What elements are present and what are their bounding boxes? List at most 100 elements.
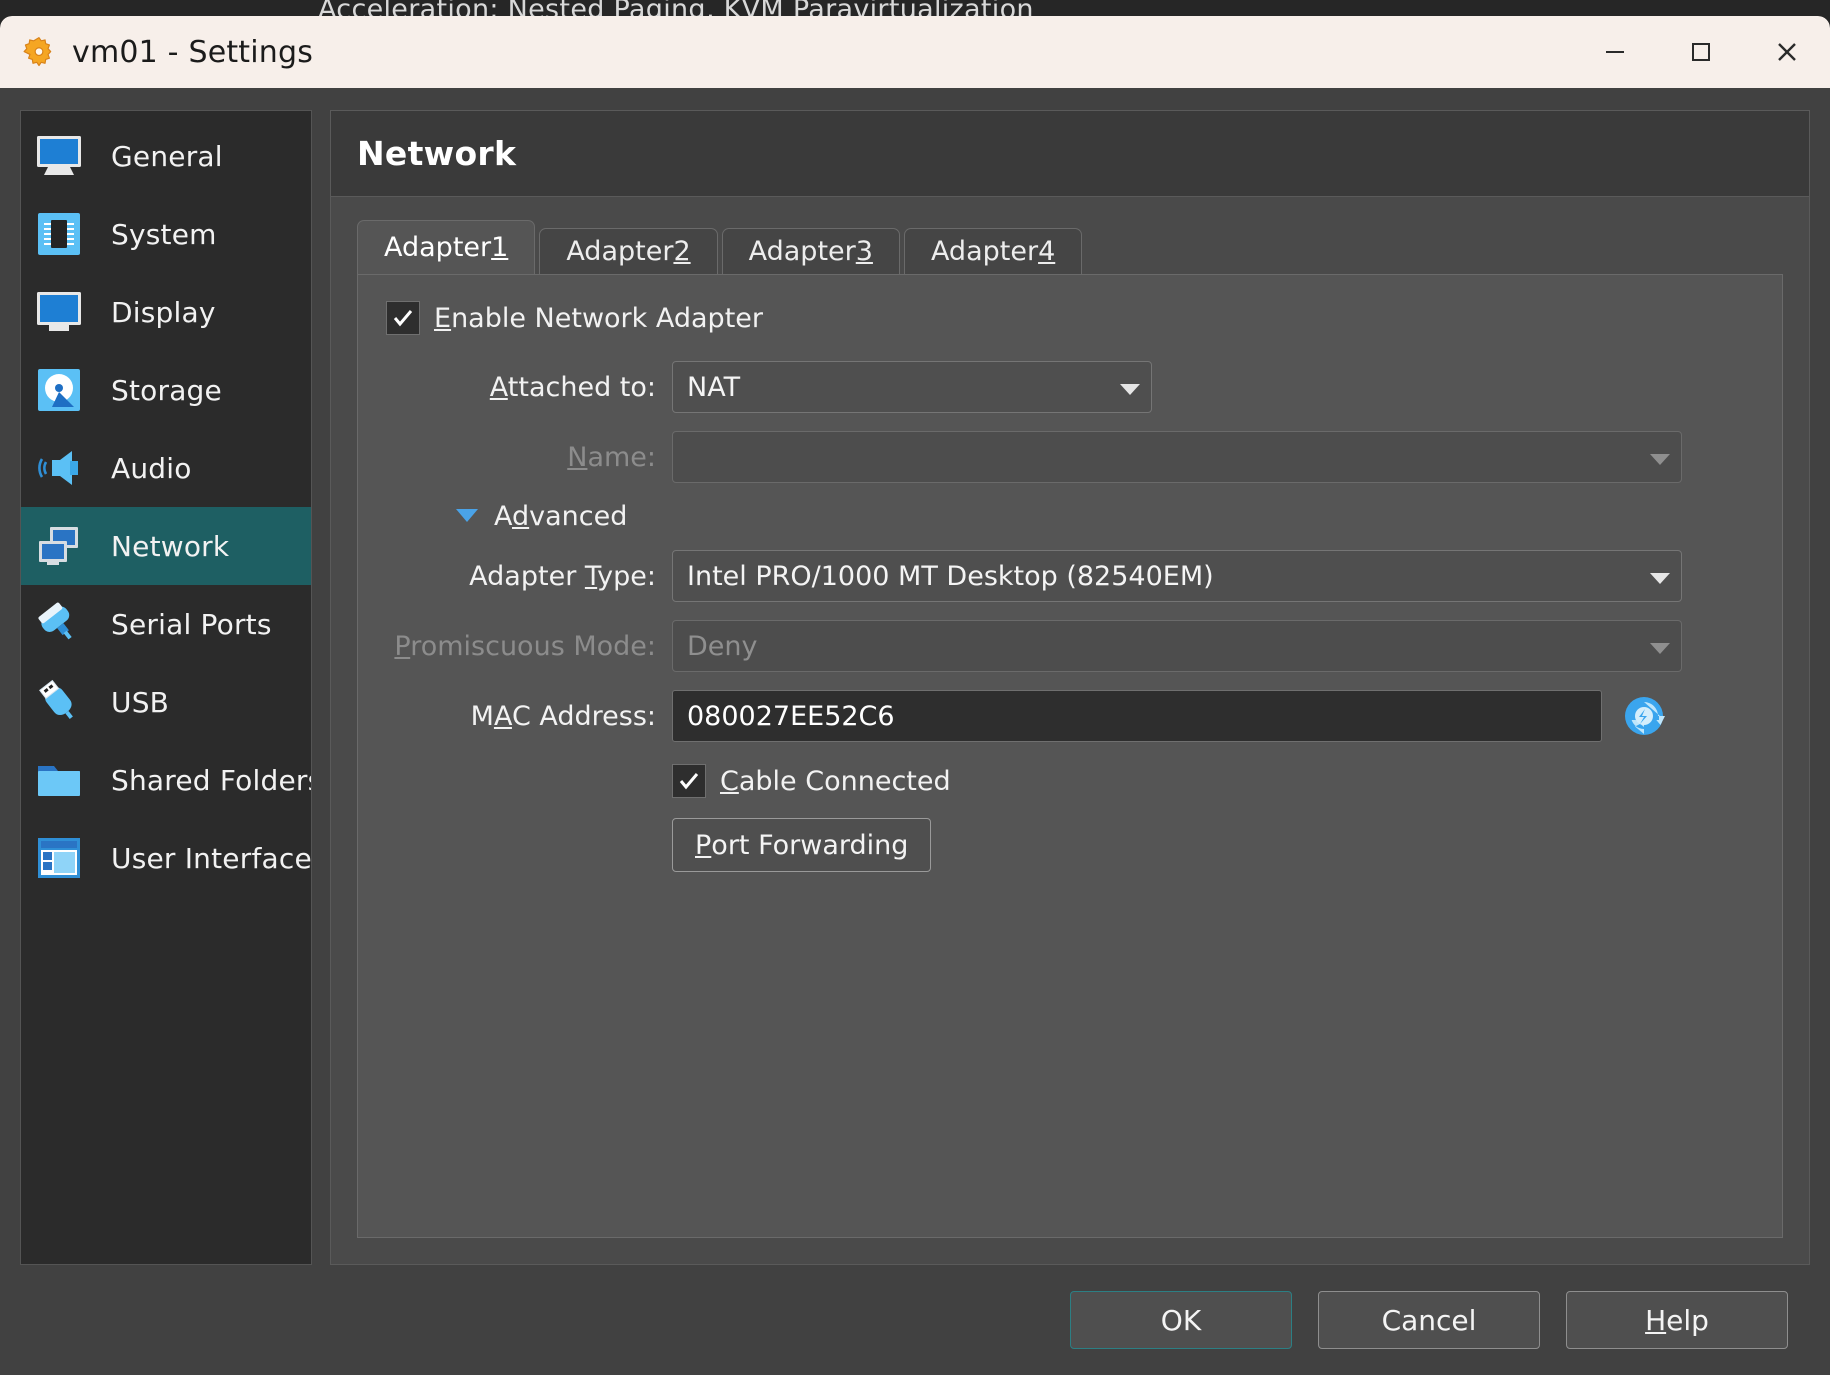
- title-bar: vm01 - Settings: [0, 16, 1830, 88]
- chevron-down-icon: [1649, 631, 1671, 662]
- enable-adapter-row: Enable Network Adapter: [386, 301, 1754, 335]
- dialog-footer: OK Cancel Help: [0, 1265, 1830, 1375]
- tab-label: Adapter: [384, 232, 492, 263]
- settings-sidebar: General System Display Storage Audio Net…: [20, 110, 312, 1265]
- minimize-button[interactable]: [1572, 16, 1658, 88]
- mac-address-label: MAC Address:: [470, 700, 656, 732]
- sidebar-item-label: Display: [111, 295, 216, 329]
- content-header: Network: [331, 111, 1809, 197]
- maximize-button[interactable]: [1658, 16, 1744, 88]
- chevron-down-icon: [1649, 561, 1671, 592]
- display-monitor-icon: [31, 287, 87, 337]
- promiscuous-mode-label: Promiscuous Mode:: [394, 630, 656, 662]
- sidebar-item-storage[interactable]: Storage: [21, 351, 311, 429]
- name-row: Name:: [386, 431, 1754, 483]
- name-dropdown[interactable]: [672, 431, 1682, 483]
- promiscuous-mode-value: Deny: [687, 630, 758, 662]
- port-forwarding-row: Port Forwarding: [672, 818, 1754, 872]
- refresh-mac-icon[interactable]: [1618, 690, 1670, 742]
- main-row: General System Display Storage Audio Net…: [0, 88, 1830, 1265]
- cable-connected-checkbox[interactable]: Cable Connected: [672, 764, 951, 798]
- title-bar-left: vm01 - Settings: [0, 35, 1572, 70]
- content-inner: Adapter 1 Adapter 2 Adapter 3 Adapter 4: [331, 197, 1809, 1264]
- adapter-panel: Enable Network Adapter Attached to: NAT: [357, 275, 1783, 1238]
- serial-port-icon: [31, 599, 87, 649]
- adapter-type-dropdown[interactable]: Intel PRO/1000 MT Desktop (82540EM): [672, 550, 1682, 602]
- settings-window: vm01 - Settings General System Display S…: [0, 16, 1830, 1375]
- adapter-tabbar: Adapter 1 Adapter 2 Adapter 3 Adapter 4: [357, 219, 1783, 275]
- sidebar-item-usb[interactable]: USB: [21, 663, 311, 741]
- hard-disk-icon: [31, 365, 87, 415]
- port-forwarding-button[interactable]: Port Forwarding: [672, 818, 932, 872]
- tab-label: Adapter: [566, 236, 674, 267]
- promiscuous-mode-dropdown[interactable]: Deny: [672, 620, 1682, 672]
- enable-adapter-label: Enable Network Adapter: [434, 302, 763, 334]
- sidebar-item-label: USB: [111, 685, 170, 719]
- cable-connected-label: Cable Connected: [720, 765, 951, 797]
- sidebar-item-audio[interactable]: Audio: [21, 429, 311, 507]
- usb-icon: [31, 677, 87, 727]
- advanced-disclosure-toggle[interactable]: Advanced: [454, 501, 1754, 532]
- cable-connected-row: Cable Connected: [672, 764, 1754, 798]
- sidebar-item-serial-ports[interactable]: Serial Ports: [21, 585, 311, 663]
- cancel-button[interactable]: Cancel: [1318, 1291, 1540, 1349]
- chevron-down-icon: [1649, 442, 1671, 473]
- tab-adapter-1[interactable]: Adapter 1: [357, 220, 536, 274]
- sidebar-item-user-interface[interactable]: User Interface: [21, 819, 311, 897]
- adapter-type-value: Intel PRO/1000 MT Desktop (82540EM): [687, 560, 1214, 592]
- page-title: Network: [357, 134, 517, 173]
- adapter-type-label: Adapter Type:: [469, 560, 656, 592]
- close-button[interactable]: [1744, 16, 1830, 88]
- sidebar-item-label: Audio: [111, 451, 192, 485]
- sidebar-item-display[interactable]: Display: [21, 273, 311, 351]
- monitor-icon: [31, 131, 87, 181]
- tab-adapter-4[interactable]: Adapter 4: [903, 228, 1083, 274]
- checkbox-box: [672, 764, 706, 798]
- mac-address-value: 080027EE52C6: [687, 700, 895, 732]
- sidebar-item-label: Storage: [111, 373, 222, 407]
- tab-label: Adapter: [930, 236, 1039, 267]
- cpu-chip-icon: [31, 209, 87, 259]
- speaker-icon: [31, 443, 87, 493]
- sidebar-item-system[interactable]: System: [21, 195, 311, 273]
- help-button[interactable]: Help: [1566, 1291, 1788, 1349]
- folder-icon: [31, 755, 87, 805]
- sidebar-item-label: Network: [111, 529, 230, 563]
- tab-label: Adapter: [748, 236, 856, 267]
- advanced-label: Advanced: [494, 501, 628, 532]
- mac-address-input[interactable]: 080027EE52C6: [672, 690, 1602, 742]
- checkbox-box: [386, 301, 420, 335]
- triangle-down-icon: [454, 506, 480, 528]
- mac-address-row: MAC Address: 080027EE52C6: [386, 690, 1754, 742]
- promiscuous-mode-row: Promiscuous Mode: Deny: [386, 620, 1754, 672]
- sidebar-item-label: Serial Ports: [111, 607, 272, 641]
- tab-mnemonic: 4: [1038, 236, 1056, 267]
- tab-mnemonic: 1: [491, 232, 509, 263]
- chevron-down-icon: [1119, 372, 1141, 403]
- gear-icon: [22, 35, 56, 69]
- enable-network-adapter-checkbox[interactable]: Enable Network Adapter: [386, 301, 763, 335]
- tab-mnemonic: 3: [855, 236, 873, 267]
- adapter-type-row: Adapter Type: Intel PRO/1000 MT Desktop …: [386, 550, 1754, 602]
- settings-content: Network Adapter 1 Adapter 2 Adapter 3 Ad…: [330, 110, 1810, 1265]
- attached-to-row: Attached to: NAT: [386, 361, 1754, 413]
- tab-adapter-3[interactable]: Adapter 3: [721, 228, 900, 274]
- sidebar-item-label: Shared Folders: [111, 763, 312, 797]
- attached-to-value: NAT: [687, 371, 741, 403]
- sidebar-item-network[interactable]: Network: [21, 507, 311, 585]
- name-label: Name:: [567, 441, 656, 473]
- tab-mnemonic: 2: [673, 236, 691, 267]
- sidebar-item-label: System: [111, 217, 217, 251]
- attached-to-dropdown[interactable]: NAT: [672, 361, 1152, 413]
- sidebar-item-label: User Interface: [111, 841, 312, 875]
- tab-adapter-2[interactable]: Adapter 2: [539, 228, 718, 274]
- ok-button[interactable]: OK: [1070, 1291, 1292, 1349]
- window-body: General System Display Storage Audio Net…: [0, 88, 1830, 1375]
- sidebar-item-label: General: [111, 139, 223, 173]
- sidebar-item-shared-folders[interactable]: Shared Folders: [21, 741, 311, 819]
- window-title: vm01 - Settings: [72, 34, 314, 70]
- attached-to-label: Attached to:: [489, 371, 656, 403]
- window-layout-icon: [31, 833, 87, 883]
- sidebar-item-general[interactable]: General: [21, 117, 311, 195]
- window-controls: [1572, 16, 1830, 88]
